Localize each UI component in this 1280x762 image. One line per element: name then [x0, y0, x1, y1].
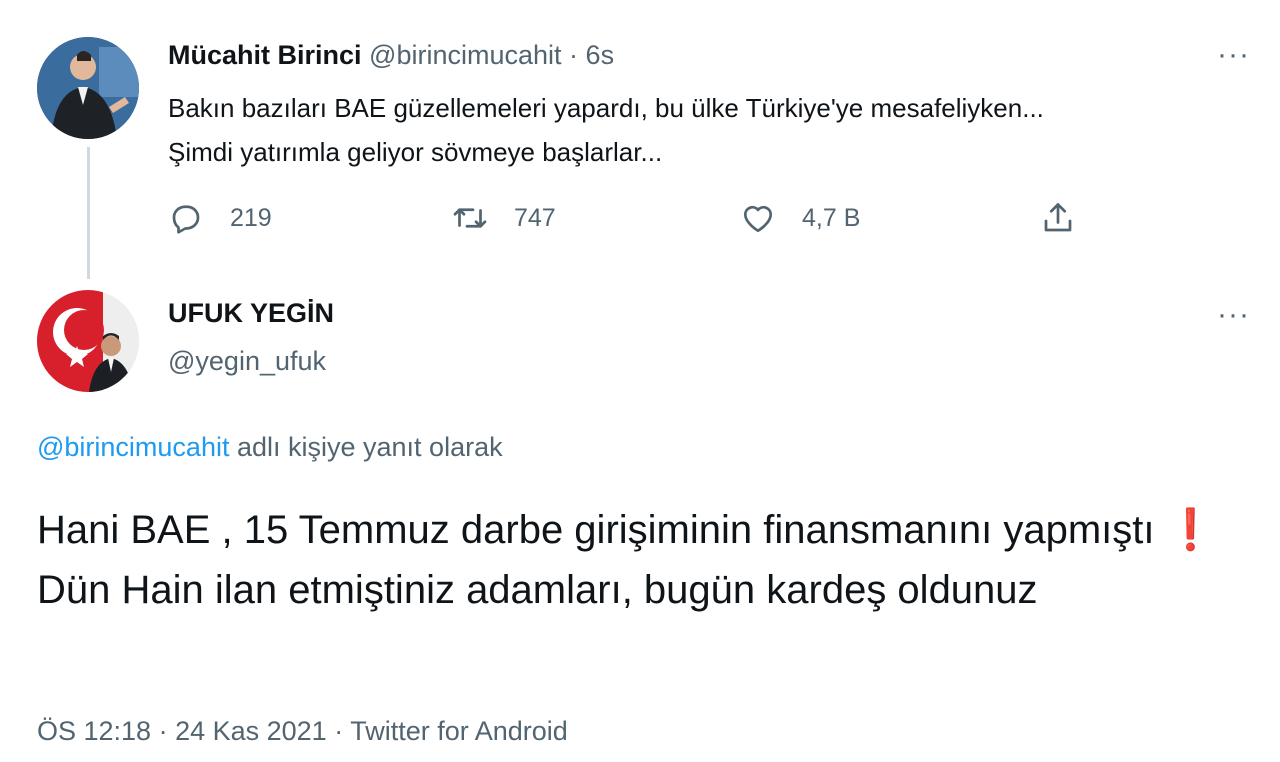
tweet-thread: Mücahit Birinci @birincimucahit · 6s ···…	[0, 0, 1280, 762]
parent-text-line-1: Bakın bazıları BAE güzellemeleri yapardı…	[168, 93, 1044, 123]
avatar-main[interactable]	[37, 290, 139, 392]
like-count: 4,7 B	[802, 203, 861, 232]
retweet-count: 747	[514, 203, 556, 232]
share-icon	[1044, 203, 1072, 232]
main-tweet-text: Hani BAE , 15 Temmuz darbe girişiminin f…	[37, 500, 1237, 620]
main-text-part-2: Dün Hain ilan etmiştiniz adamları, bugün…	[37, 568, 1038, 612]
reply-count: 219	[230, 203, 272, 232]
replying-to-label: adlı kişiye yanıt olarak	[229, 432, 503, 462]
main-more-options-icon[interactable]: ···	[1217, 300, 1250, 330]
parent-tweet-text: Bakın bazıları BAE güzellemeleri yapardı…	[168, 86, 1248, 174]
parent-handle[interactable]: @birincimucahit	[369, 40, 561, 70]
parent-more-options-icon[interactable]: ···	[1217, 40, 1250, 70]
exclamation-emoji: ❗	[1165, 508, 1216, 552]
thread-connector-line	[87, 147, 90, 279]
heart-icon	[743, 205, 773, 233]
retweet-icon	[453, 208, 487, 228]
retweet-button[interactable]: 747	[452, 196, 556, 240]
replying-to-mention-link[interactable]: @birincimucahit	[37, 432, 229, 462]
main-text-part-1: Hani BAE , 15 Temmuz darbe girişiminin f…	[37, 508, 1166, 552]
avatar-parent[interactable]	[37, 37, 139, 139]
parent-tweet-header: Mücahit Birinci @birincimucahit · 6s	[168, 40, 614, 71]
parent-action-bar: 219 747 4,7 B	[168, 196, 1098, 240]
tweet-metadata[interactable]: ÖS 12:18 · 24 Kas 2021 · Twitter for And…	[37, 716, 568, 747]
share-button[interactable]	[1040, 196, 1102, 240]
parent-text-line-2: Şimdi yatırımla geliyor sövmeye başlarla…	[168, 137, 663, 167]
parent-display-name[interactable]: Mücahit Birinci	[168, 40, 362, 70]
reply-button[interactable]: 219	[168, 196, 272, 240]
reply-icon	[172, 205, 200, 234]
replying-to-line: @birincimucahit adlı kişiye yanıt olarak	[37, 432, 503, 463]
main-display-name[interactable]: UFUK YEGİN	[168, 298, 334, 329]
main-handle[interactable]: @yegin_ufuk	[168, 346, 326, 377]
parent-timestamp[interactable]: 6s	[586, 40, 615, 70]
header-separator: ·	[569, 40, 579, 70]
like-button[interactable]: 4,7 B	[740, 196, 860, 240]
